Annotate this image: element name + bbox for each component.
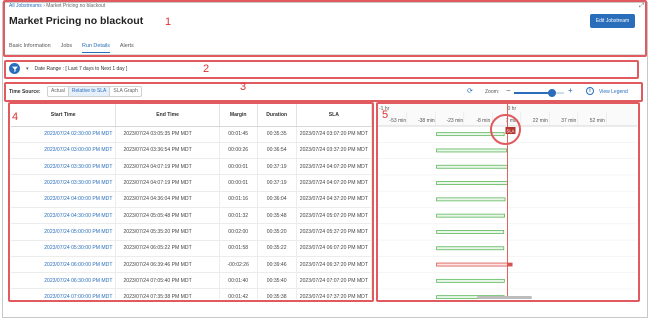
annotation-box-table (8, 102, 374, 302)
sla-marker-highlight (490, 114, 521, 145)
annotation-number-4: 4 (12, 111, 19, 123)
annotation-number-2: 2 (203, 63, 210, 75)
annotation-box-toolbar (4, 82, 643, 102)
annotation-box-filter (4, 60, 639, 79)
annotation-number-1: 1 (165, 16, 172, 28)
annotation-box-header (3, 0, 647, 57)
annotation-number-3: 3 (240, 81, 247, 93)
annotation-number-5: 5 (382, 109, 389, 121)
